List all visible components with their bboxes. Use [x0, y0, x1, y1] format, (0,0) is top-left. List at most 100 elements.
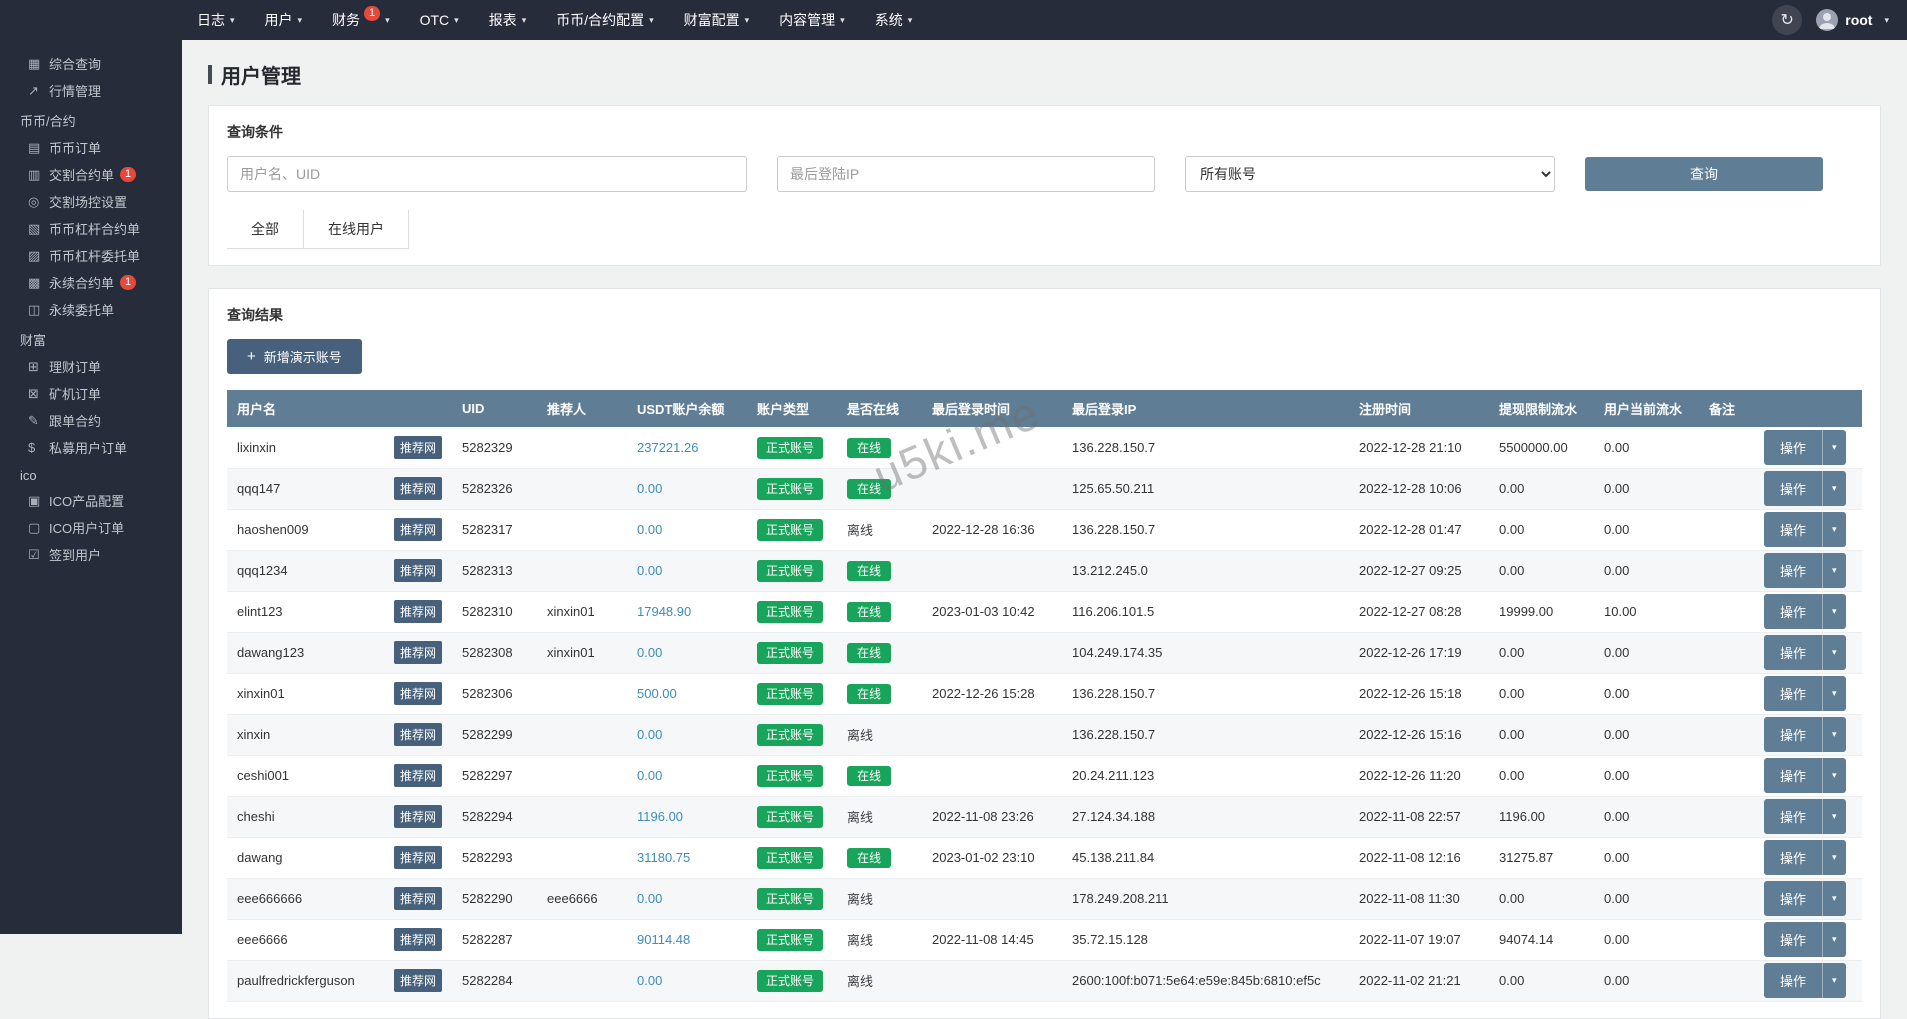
- topnav-item[interactable]: 财务1▾: [317, 0, 405, 40]
- topnav-item[interactable]: 报表▾: [474, 0, 542, 40]
- action-dropdown-button[interactable]: ▾: [1822, 963, 1846, 998]
- register-time-cell: 2022-12-26 15:16: [1349, 714, 1489, 755]
- referrer-badge[interactable]: 推荐网: [394, 764, 442, 787]
- referrer-badge[interactable]: 推荐网: [394, 559, 442, 582]
- referrer-badge[interactable]: 推荐网: [394, 436, 442, 459]
- add-demo-account-button[interactable]: + 新增演示账号: [227, 339, 362, 374]
- action-dropdown-button[interactable]: ▾: [1822, 717, 1846, 752]
- action-button[interactable]: 操作: [1764, 635, 1822, 670]
- search-button[interactable]: 查询: [1585, 157, 1823, 191]
- sidebar-item[interactable]: ◎交割场控设置: [0, 188, 182, 215]
- balance-link[interactable]: 237221.26: [637, 440, 698, 455]
- action-button[interactable]: 操作: [1764, 430, 1822, 465]
- action-button[interactable]: 操作: [1764, 799, 1822, 834]
- action-dropdown-button[interactable]: ▾: [1822, 881, 1846, 916]
- referrer-badge[interactable]: 推荐网: [394, 477, 442, 500]
- action-button[interactable]: 操作: [1764, 471, 1822, 506]
- balance-link[interactable]: 500.00: [637, 686, 677, 701]
- balance-cell: 17948.90: [627, 591, 747, 632]
- action-button[interactable]: 操作: [1764, 881, 1822, 916]
- uid-cell: 5282299: [452, 714, 537, 755]
- sidebar-item[interactable]: ✎跟单合约: [0, 407, 182, 434]
- sidebar-item[interactable]: ▧币币杠杆合约单: [0, 215, 182, 242]
- sidebar-item[interactable]: ⊠矿机订单: [0, 380, 182, 407]
- balance-link[interactable]: 17948.90: [637, 604, 691, 619]
- sidebar-item[interactable]: ▥交割合约单1: [0, 161, 182, 188]
- sidebar-item[interactable]: ▤币币订单: [0, 134, 182, 161]
- action-dropdown-button[interactable]: ▾: [1822, 840, 1846, 875]
- refresh-icon: ↻: [1781, 10, 1794, 30]
- sidebar-item[interactable]: ▢ICO用户订单: [0, 514, 182, 541]
- sidebar-item[interactable]: ↗行情管理: [0, 77, 182, 104]
- topnav-item[interactable]: OTC▾: [405, 0, 474, 40]
- referrer-badge[interactable]: 推荐网: [394, 682, 442, 705]
- sidebar-item[interactable]: ▣ICO产品配置: [0, 487, 182, 514]
- action-button[interactable]: 操作: [1764, 512, 1822, 547]
- referrer-badge[interactable]: 推荐网: [394, 600, 442, 623]
- action-button[interactable]: 操作: [1764, 553, 1822, 588]
- balance-link[interactable]: 0.00: [637, 768, 662, 783]
- referrer-badge[interactable]: 推荐网: [394, 969, 442, 992]
- topnav-item[interactable]: 用户▾: [250, 0, 318, 40]
- register-time-cell: 2022-11-08 12:16: [1349, 837, 1489, 878]
- action-dropdown-button[interactable]: ▾: [1822, 594, 1846, 629]
- topnav-item[interactable]: 系统▾: [860, 0, 928, 40]
- referrer-badge[interactable]: 推荐网: [394, 723, 442, 746]
- balance-link[interactable]: 0.00: [637, 645, 662, 660]
- action-dropdown-button[interactable]: ▾: [1822, 512, 1846, 547]
- balance-link[interactable]: 1196.00: [637, 809, 683, 824]
- action-button[interactable]: 操作: [1764, 758, 1822, 793]
- topnav-item[interactable]: 财富配置▾: [669, 0, 765, 40]
- sidebar-item[interactable]: ⊞理财订单: [0, 353, 182, 380]
- action-dropdown-button[interactable]: ▾: [1822, 922, 1846, 957]
- balance-link[interactable]: 0.00: [637, 891, 662, 906]
- margin-contract-icon: ▧: [28, 221, 49, 237]
- refresh-button[interactable]: ↻: [1772, 5, 1802, 35]
- referrer-badge[interactable]: 推荐网: [394, 887, 442, 910]
- balance-link[interactable]: 90114.48: [637, 932, 690, 947]
- referrer-badge[interactable]: 推荐网: [394, 518, 442, 541]
- last-login-ip-cell: 136.228.150.7: [1062, 714, 1349, 755]
- action-dropdown-button[interactable]: ▾: [1822, 635, 1846, 670]
- balance-link[interactable]: 31180.75: [637, 850, 690, 865]
- action-dropdown-button[interactable]: ▾: [1822, 799, 1846, 834]
- topnav-item[interactable]: 日志▾: [182, 0, 250, 40]
- tab-all[interactable]: 全部: [227, 210, 304, 248]
- sidebar-item[interactable]: ☑签到用户: [0, 541, 182, 568]
- balance-link[interactable]: 0.00: [637, 563, 662, 578]
- sidebar-item[interactable]: ▩永续合约单1: [0, 269, 182, 296]
- action-button[interactable]: 操作: [1764, 594, 1822, 629]
- balance-link[interactable]: 0.00: [637, 973, 662, 988]
- action-dropdown-button[interactable]: ▾: [1822, 676, 1846, 711]
- sidebar-item[interactable]: ▨币币杠杆委托单: [0, 242, 182, 269]
- last-login-ip-input[interactable]: [777, 156, 1155, 192]
- action-dropdown-button[interactable]: ▾: [1822, 553, 1846, 588]
- sidebar-item[interactable]: ◫永续委托单: [0, 296, 182, 323]
- action-button[interactable]: 操作: [1764, 922, 1822, 957]
- action-dropdown-button[interactable]: ▾: [1822, 758, 1846, 793]
- action-button[interactable]: 操作: [1764, 676, 1822, 711]
- username-text: elint123: [237, 604, 283, 619]
- account-type-select[interactable]: 所有账号: [1185, 156, 1555, 192]
- username-uid-input[interactable]: [227, 156, 747, 192]
- action-button[interactable]: 操作: [1764, 963, 1822, 998]
- action-button[interactable]: 操作: [1764, 717, 1822, 752]
- balance-link[interactable]: 0.00: [637, 522, 662, 537]
- balance-link[interactable]: 0.00: [637, 727, 662, 742]
- table-row: haoshen009推荐网52823170.00正式账号离线2022-12-28…: [227, 509, 1862, 550]
- register-time-cell: 2022-12-27 08:28: [1349, 591, 1489, 632]
- sidebar-item[interactable]: ▦综合查询: [0, 50, 182, 77]
- referrer-badge[interactable]: 推荐网: [394, 928, 442, 951]
- user-menu[interactable]: root ▾: [1816, 9, 1889, 31]
- action-button[interactable]: 操作: [1764, 840, 1822, 875]
- referrer-badge[interactable]: 推荐网: [394, 805, 442, 828]
- topnav-item[interactable]: 币币/合约配置▾: [541, 0, 668, 40]
- action-dropdown-button[interactable]: ▾: [1822, 430, 1846, 465]
- referrer-badge[interactable]: 推荐网: [394, 846, 442, 869]
- balance-link[interactable]: 0.00: [637, 481, 662, 496]
- action-dropdown-button[interactable]: ▾: [1822, 471, 1846, 506]
- topnav-item[interactable]: 内容管理▾: [764, 0, 860, 40]
- sidebar-item[interactable]: $私募用户订单: [0, 434, 182, 461]
- referrer-badge[interactable]: 推荐网: [394, 641, 442, 664]
- tab-online-users[interactable]: 在线用户: [304, 210, 409, 248]
